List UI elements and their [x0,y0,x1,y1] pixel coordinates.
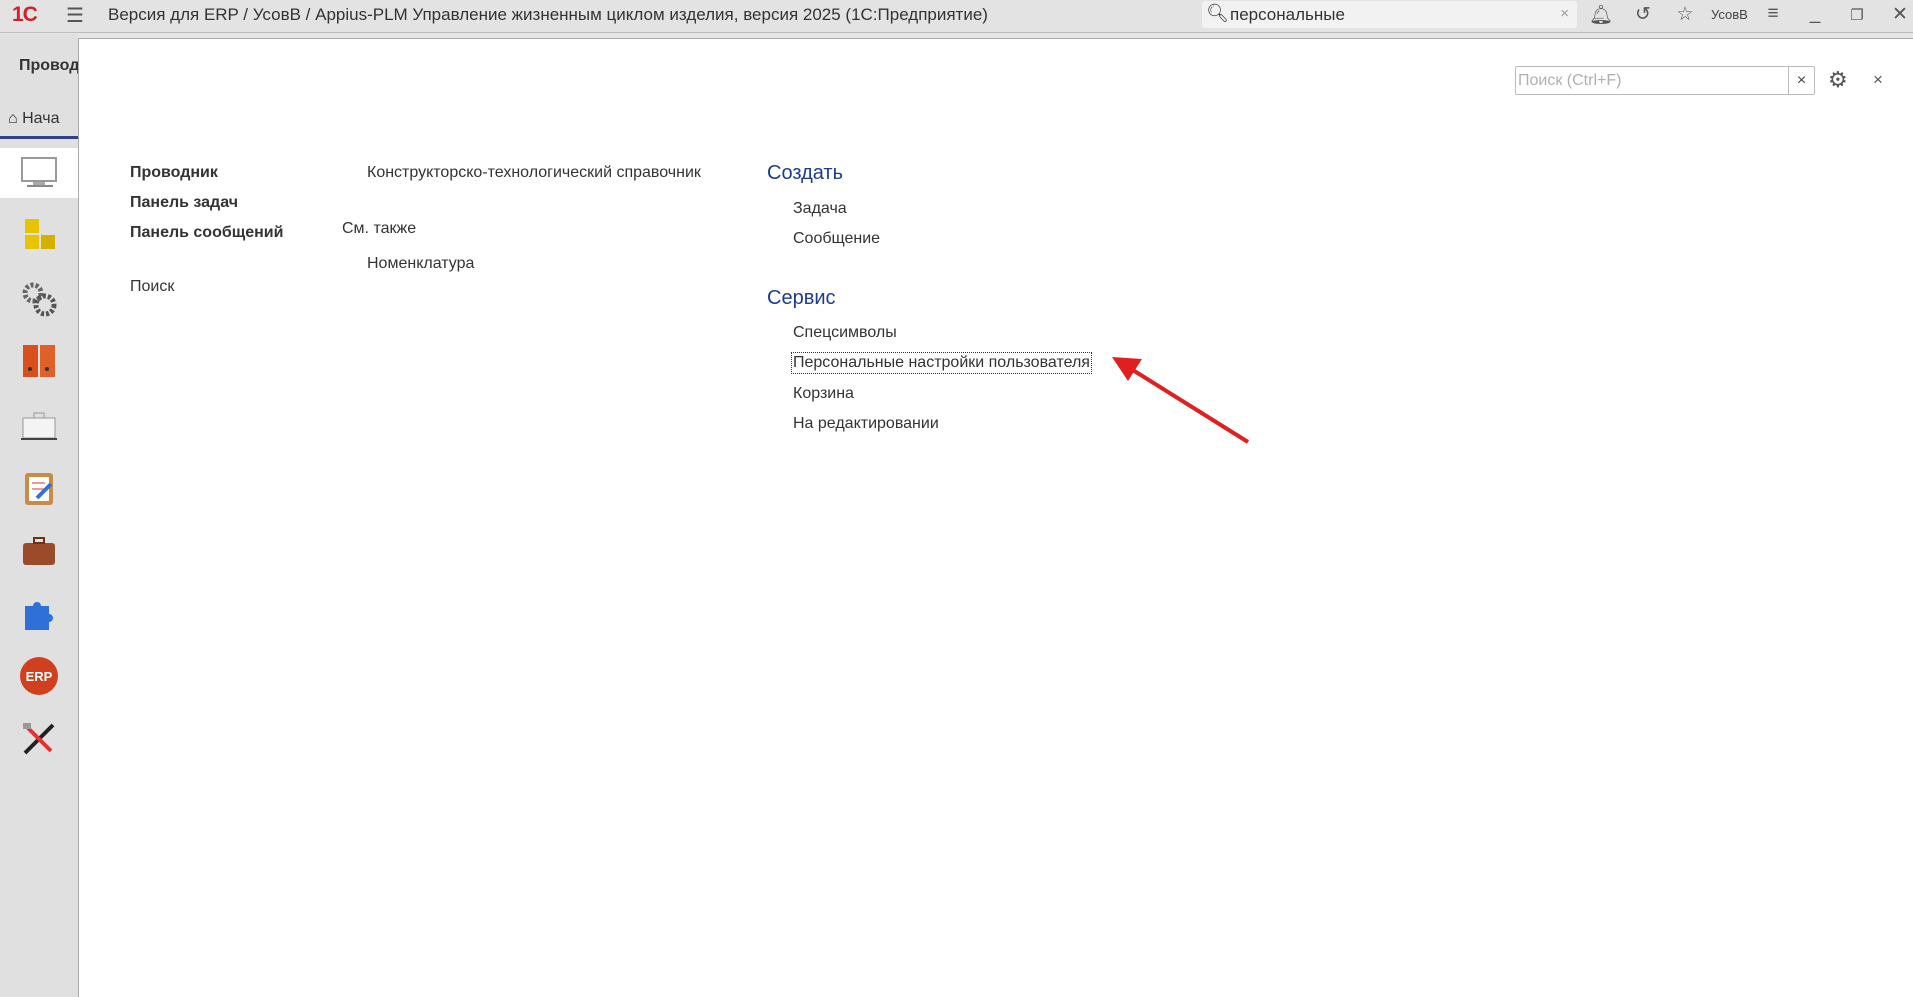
panel-search[interactable]: × [1515,66,1815,95]
folders-icon[interactable] [14,336,64,386]
erp-icon[interactable]: ERP [14,651,64,701]
bell-icon[interactable]: 🔔︎ [1586,3,1616,27]
settings-menu-icon[interactable]: ≡ [1758,3,1788,25]
service-trash[interactable]: Корзина [793,385,854,403]
service-personal-settings[interactable]: Персональные настройки пользователя [791,352,1092,374]
search-icon: 🔍︎ [1206,3,1229,23]
clear-search-button[interactable]: × [1560,5,1569,22]
link-explorer[interactable]: Проводник [130,164,218,182]
clipboard-icon[interactable] [14,463,64,513]
link-design-reference[interactable]: Конструкторско-технологический справочни… [367,164,701,182]
panel-search-input[interactable] [1518,70,1746,91]
window-title: Версия для ERP / УсовВ / Appius-PLM Упра… [108,5,988,24]
create-heading: Создать [767,162,844,184]
service-heading: Сервис [767,287,836,309]
link-message-panel[interactable]: Панель сообщений [130,224,283,242]
title-bar: 1С ☰ Версия для ERP / УсовВ / Appius-PLM… [0,0,1913,33]
puzzle-icon[interactable] [14,589,64,639]
gear-icon[interactable]: ⚙ [1828,67,1848,93]
service-on-editing[interactable]: На редактировании [793,415,939,433]
close-panel-button[interactable]: × [1873,70,1883,90]
clear-panel-search-button[interactable]: × [1788,67,1814,94]
close-window-icon[interactable]: ✕ [1885,3,1913,26]
see-also-label: См. также [342,220,417,237]
tab-home-label: Нача [22,110,60,127]
all-functions-panel [78,38,1913,997]
star-icon[interactable]: ☆ [1670,3,1700,26]
history-icon[interactable]: ↺ [1628,3,1658,26]
service-special-chars[interactable]: Спецсимволы [793,324,897,342]
annotation-arrow [1112,357,1250,444]
active-tab-underline [0,136,78,139]
home-icon: ⌂ [8,110,18,127]
1c-logo: 1С [12,3,38,26]
hamburger-menu-icon[interactable]: ☰ [66,3,84,28]
gears-icon[interactable] [14,274,64,324]
erp-badge-text: ERP [26,669,53,684]
restore-icon[interactable]: ❐ [1842,6,1872,24]
link-search[interactable]: Поиск [130,278,174,296]
link-task-panel[interactable]: Панель задач [130,194,238,212]
monitor-icon[interactable] [0,148,78,198]
briefcase-icon[interactable] [14,526,64,576]
create-task[interactable]: Задача [793,200,847,218]
tools-icon[interactable] [14,714,64,764]
minimize-icon[interactable]: _ [1800,3,1830,25]
case-icon[interactable] [14,401,64,451]
section-title: Провод [19,57,80,74]
blocks-icon[interactable] [14,210,64,260]
tab-home[interactable]: ⌂ Нача [8,110,59,128]
link-nomenclature[interactable]: Номенклатура [367,255,474,273]
user-name[interactable]: УсовВ [1711,7,1748,22]
global-search-input[interactable]: 🔍︎ персональные × [1202,1,1577,28]
create-message[interactable]: Сообщение [793,230,880,248]
global-search-value: персональные [1230,5,1345,24]
